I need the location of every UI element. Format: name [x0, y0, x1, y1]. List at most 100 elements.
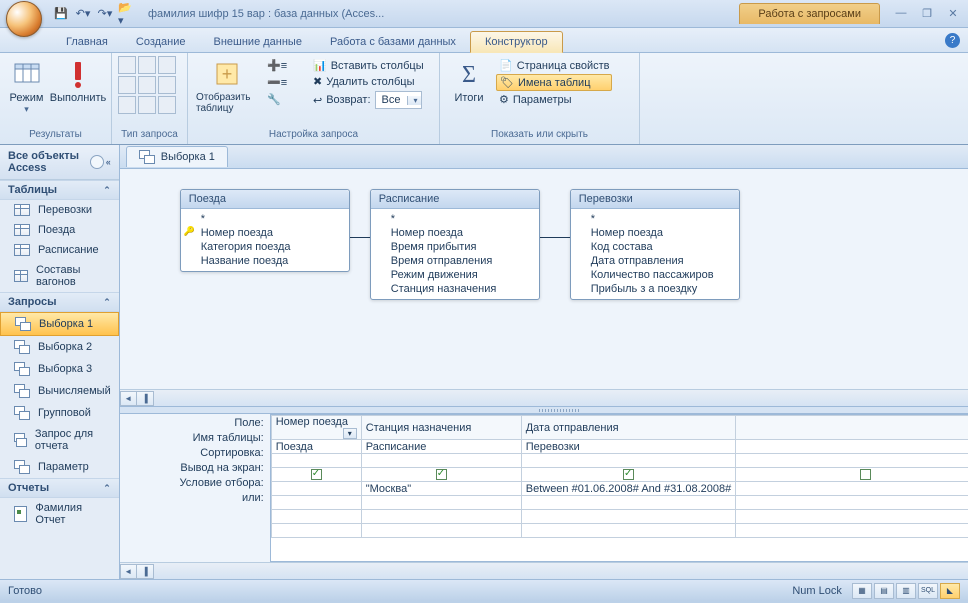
- nav-item[interactable]: Выборка 1: [0, 312, 119, 336]
- grid-cell[interactable]: [521, 454, 736, 468]
- grid-cell[interactable]: Перевозки: [521, 440, 736, 454]
- table-field[interactable]: *: [181, 212, 349, 226]
- tab-database-tools[interactable]: Работа с базами данных: [316, 32, 470, 52]
- grid-cell[interactable]: [736, 524, 968, 538]
- grid-cell[interactable]: [271, 524, 361, 538]
- grid-cell[interactable]: [736, 454, 968, 468]
- table-field[interactable]: *: [371, 212, 539, 226]
- table-field[interactable]: Номер поезда: [571, 226, 739, 240]
- nav-item[interactable]: Параметр: [0, 456, 119, 478]
- view-design-button[interactable]: ◣: [940, 583, 960, 599]
- grid-cell[interactable]: Дата отправления: [521, 416, 736, 440]
- query-grid-table[interactable]: Номер поезда▾Станция назначенияДата отпр…: [271, 415, 968, 538]
- nav-item[interactable]: Вычисляемый: [0, 380, 119, 402]
- table-field[interactable]: Режим движения: [371, 268, 539, 282]
- close-button[interactable]: ✕: [944, 7, 962, 20]
- undo-icon[interactable]: ↶▾: [74, 5, 92, 23]
- grid-cell[interactable]: [736, 416, 968, 440]
- insert-rows-icon[interactable]: ➕≡: [264, 58, 306, 73]
- nav-filter-icon[interactable]: [90, 155, 104, 169]
- return-combo[interactable]: ↩Возврат: Все▾: [310, 90, 427, 110]
- open-icon[interactable]: 📂▾: [118, 5, 136, 23]
- run-button[interactable]: Выполнить: [51, 56, 105, 106]
- grid-cell[interactable]: [271, 468, 361, 482]
- table-field[interactable]: Время прибытия: [371, 240, 539, 254]
- minimize-button[interactable]: —: [892, 7, 910, 20]
- save-icon[interactable]: 💾: [52, 5, 70, 23]
- grid-cell[interactable]: Станция назначения: [361, 416, 521, 440]
- nav-group-header[interactable]: Таблицы⌃: [0, 180, 119, 200]
- grid-cell[interactable]: [736, 440, 968, 454]
- table-field[interactable]: Количество пассажиров: [571, 268, 739, 282]
- grid-cell[interactable]: [521, 510, 736, 524]
- tab-design[interactable]: Конструктор: [470, 31, 563, 53]
- table-field[interactable]: Категория поезда: [181, 240, 349, 254]
- nav-item[interactable]: Расписание: [0, 240, 119, 260]
- view-pivot-button[interactable]: ▤: [874, 583, 894, 599]
- show-checkbox[interactable]: [436, 469, 447, 480]
- doc-tab-active[interactable]: Выборка 1: [126, 146, 228, 167]
- table-box[interactable]: Перевозки *Номер поездаКод составаДата от…: [570, 189, 740, 300]
- table-box-header[interactable]: Поезда: [181, 190, 349, 209]
- grid-cell[interactable]: Номер поезда▾: [271, 416, 361, 440]
- grid-hscroll[interactable]: ◄▐►: [120, 562, 968, 579]
- nav-group-header[interactable]: Отчеты⌃: [0, 478, 119, 498]
- table-field[interactable]: Код состава: [571, 240, 739, 254]
- grid-cell[interactable]: [271, 454, 361, 468]
- view-sql-button[interactable]: SQL: [918, 583, 938, 599]
- restore-button[interactable]: ❐: [918, 7, 936, 20]
- totals-button[interactable]: Σ Итоги: [446, 56, 492, 106]
- table-field[interactable]: *: [571, 212, 739, 226]
- grid-cell[interactable]: [521, 468, 736, 482]
- builder-icon[interactable]: 🔧: [264, 92, 306, 107]
- grid-cell[interactable]: [271, 482, 361, 496]
- grid-cell[interactable]: Between #01.06.2008# And #31.08.2008#: [521, 482, 736, 496]
- grid-cell[interactable]: [271, 510, 361, 524]
- table-box-header[interactable]: Перевозки: [571, 190, 739, 209]
- nav-item[interactable]: Фамилия Отчет: [0, 498, 119, 530]
- show-checkbox[interactable]: [623, 469, 634, 480]
- grid-cell[interactable]: Поезда: [271, 440, 361, 454]
- table-field[interactable]: Время отправления: [371, 254, 539, 268]
- table-field[interactable]: Название поезда: [181, 254, 349, 268]
- grid-cell[interactable]: "Москва": [361, 482, 521, 496]
- table-field[interactable]: Номер поезда: [181, 226, 349, 240]
- nav-item[interactable]: Групповой: [0, 402, 119, 424]
- table-box-header[interactable]: Расписание: [371, 190, 539, 209]
- show-table-button[interactable]: + Отобразить таблицу: [194, 56, 260, 116]
- query-type-grid[interactable]: [118, 56, 176, 114]
- tab-external-data[interactable]: Внешние данные: [200, 32, 316, 52]
- parameters-button[interactable]: ⚙Параметры: [496, 92, 612, 107]
- grid-cell[interactable]: [736, 482, 968, 496]
- grid-cell[interactable]: [361, 496, 521, 510]
- delete-rows-icon[interactable]: ➖≡: [264, 75, 306, 90]
- grid-cell[interactable]: [736, 496, 968, 510]
- tab-create[interactable]: Создание: [122, 32, 200, 52]
- view-datasheet-button[interactable]: ▦: [852, 583, 872, 599]
- grid-cell[interactable]: [361, 524, 521, 538]
- grid-cell[interactable]: [361, 454, 521, 468]
- help-icon[interactable]: ?: [945, 33, 960, 48]
- property-sheet-button[interactable]: 📄Страница свойств: [496, 58, 612, 73]
- table-box[interactable]: Поезда *Номер поездаКатегория поездаНазва…: [180, 189, 350, 272]
- nav-item[interactable]: Перевозки: [0, 200, 119, 220]
- splitter[interactable]: [120, 406, 968, 414]
- tab-home[interactable]: Главная: [52, 32, 122, 52]
- view-chart-button[interactable]: ▥: [896, 583, 916, 599]
- table-field[interactable]: Номер поезда: [371, 226, 539, 240]
- nav-header[interactable]: Все объекты Access «: [0, 145, 119, 180]
- insert-columns-button[interactable]: 📊Вставить столбцы: [310, 58, 427, 73]
- query-designer[interactable]: Поезда*Номер поездаКатегория поездаНазва…: [120, 169, 968, 389]
- grid-cell[interactable]: [521, 524, 736, 538]
- designer-hscroll[interactable]: ◄▐►: [120, 389, 968, 406]
- nav-item[interactable]: Поезда: [0, 220, 119, 240]
- nav-item[interactable]: Запрос для отчета: [0, 424, 119, 456]
- nav-group-header[interactable]: Запросы⌃: [0, 292, 119, 312]
- grid-cell[interactable]: [361, 510, 521, 524]
- grid-cell[interactable]: [521, 496, 736, 510]
- table-field[interactable]: Дата отправления: [571, 254, 739, 268]
- show-checkbox[interactable]: [860, 469, 871, 480]
- table-box[interactable]: Расписание *Номер поездаВремя прибытияВре…: [370, 189, 540, 300]
- grid-cell[interactable]: [736, 510, 968, 524]
- table-field[interactable]: Прибыль з а поездку: [571, 282, 739, 296]
